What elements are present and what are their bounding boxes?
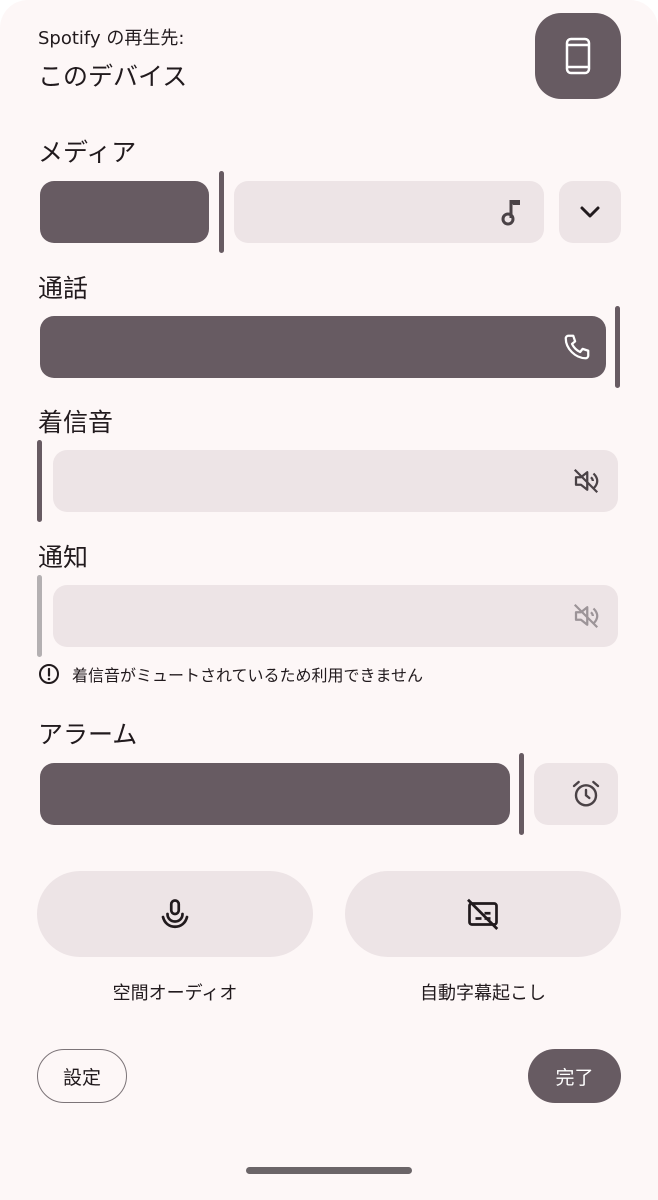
volume-panel: Spotify の再生先: このデバイス メディア 通話 着信音 通知 着信音が… bbox=[0, 0, 658, 1200]
volume-off-icon bbox=[570, 465, 602, 497]
spatial-audio-label: 空間オーディオ bbox=[112, 983, 238, 1004]
notification-warning-text: 着信音がミュートされているため利用できません bbox=[72, 666, 424, 685]
alarm-slider-active-track bbox=[40, 763, 510, 825]
alarm-icon bbox=[570, 778, 602, 810]
notification-slider-track bbox=[53, 585, 618, 647]
output-device-button[interactable] bbox=[535, 13, 621, 99]
notification-warning: 着信音がミュートされているため利用できません bbox=[38, 662, 423, 686]
media-slider-thumb[interactable] bbox=[219, 171, 224, 253]
live-caption-button[interactable] bbox=[345, 871, 621, 957]
expand-button[interactable] bbox=[559, 181, 621, 243]
spatial-audio-icon bbox=[161, 899, 189, 929]
call-slider-thumb[interactable] bbox=[615, 306, 620, 388]
spatial-audio-button[interactable] bbox=[37, 871, 313, 957]
phone-icon bbox=[565, 37, 591, 75]
alarm-volume-title: アラーム bbox=[38, 720, 138, 749]
phone-call-icon bbox=[561, 331, 593, 363]
media-slider-active-track bbox=[40, 181, 209, 243]
notification-slider-thumb bbox=[37, 575, 42, 657]
music-note-icon bbox=[497, 196, 529, 228]
chevron-down-icon bbox=[580, 206, 600, 218]
settings-button[interactable]: 設定 bbox=[37, 1049, 127, 1103]
call-volume-title: 通話 bbox=[38, 274, 89, 303]
media-volume-title: メディア bbox=[38, 138, 137, 167]
caption-off-icon bbox=[467, 898, 499, 930]
info-icon bbox=[39, 664, 59, 684]
notification-volume-title: 通知 bbox=[38, 543, 89, 572]
done-button[interactable]: 完了 bbox=[528, 1049, 621, 1103]
volume-off-icon bbox=[570, 600, 602, 632]
ring-slider-track bbox=[53, 450, 618, 512]
ring-volume-title: 着信音 bbox=[38, 408, 114, 437]
ring-slider-thumb[interactable] bbox=[37, 440, 42, 522]
output-label: Spotify の再生先: bbox=[38, 28, 185, 49]
call-slider-active-track bbox=[40, 316, 606, 378]
output-device-name[interactable]: このデバイス bbox=[38, 57, 187, 93]
alarm-slider-thumb[interactable] bbox=[519, 753, 524, 835]
home-indicator[interactable] bbox=[246, 1167, 412, 1174]
live-caption-label: 自動字幕起こし bbox=[420, 983, 546, 1004]
